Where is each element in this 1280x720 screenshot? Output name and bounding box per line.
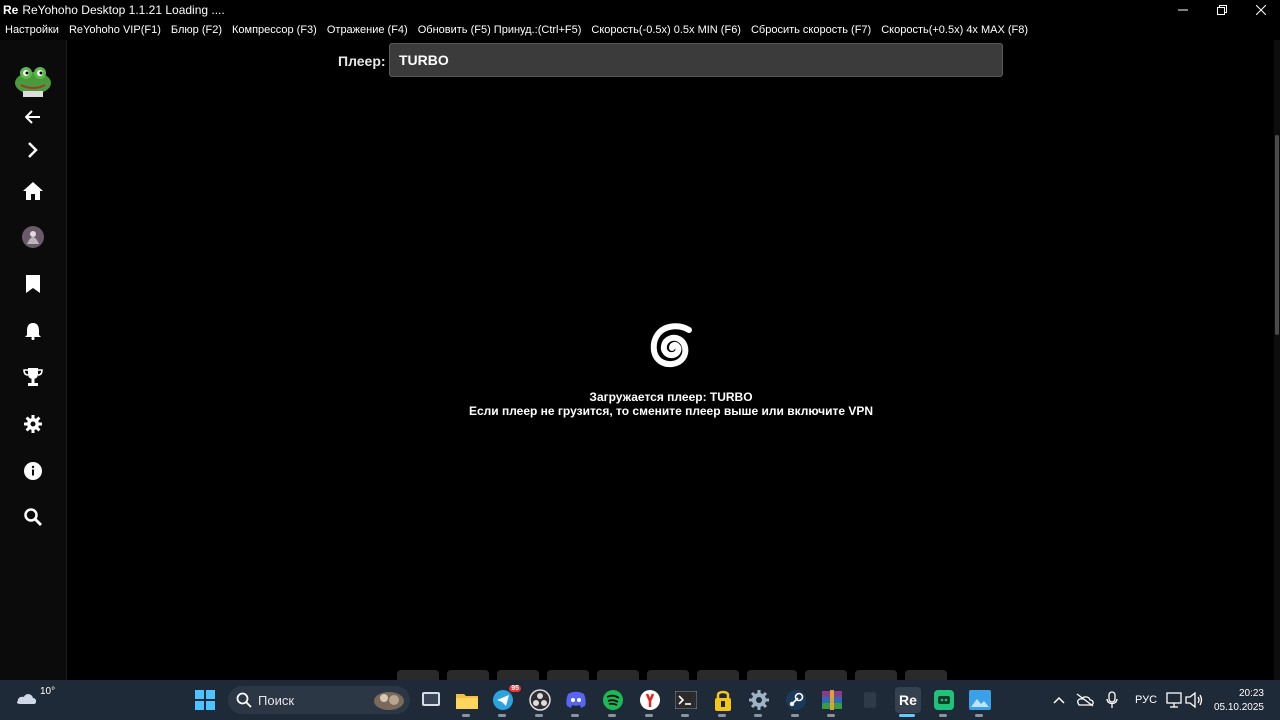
green-app-icon[interactable] [601, 688, 625, 712]
avatar-icon[interactable] [17, 221, 49, 253]
menu-speed-down[interactable]: Скорость(-0.5x) 0.5x MIN (F6) [591, 24, 741, 36]
reyohoho-taskbar-label: Re [899, 692, 917, 708]
trophy-icon[interactable] [17, 361, 49, 393]
scrollbar-track[interactable] [1274, 40, 1280, 680]
running-indicator [645, 714, 653, 717]
file-explorer-icon[interactable] [455, 688, 479, 712]
running-indicator [718, 714, 726, 717]
running-indicator [571, 714, 579, 717]
weather-widget[interactable]: 10° [14, 686, 55, 706]
restore-icon[interactable] [1202, 0, 1241, 20]
system-clock[interactable]: 20:23 05.10.2025 [1214, 687, 1264, 715]
search-icon[interactable] [17, 501, 49, 533]
home-icon[interactable] [17, 175, 49, 207]
bottom-tabs [0, 670, 1280, 682]
running-indicator [754, 714, 762, 717]
obs-icon[interactable] [528, 688, 552, 712]
running-indicator [462, 714, 470, 717]
search-icon [236, 692, 252, 708]
player-label: Плеер: [338, 53, 386, 69]
forward-chevron-icon[interactable] [17, 134, 49, 166]
running-indicator [827, 714, 835, 717]
search-highlight-icon [374, 692, 404, 710]
running-indicator [975, 714, 983, 717]
yandex-browser-icon[interactable] [638, 688, 662, 712]
running-indicator [498, 714, 506, 717]
taskbar-search[interactable]: Поиск [228, 686, 410, 714]
minimize-icon[interactable] [1163, 0, 1202, 20]
vpn-lock-icon[interactable] [711, 688, 735, 712]
running-indicator [939, 714, 947, 717]
clock-time: 20:23 [1238, 688, 1264, 699]
loading-status-text: Загружается плеер: TURBO [589, 390, 753, 404]
clock-date: 05.10.2025 [1213, 702, 1264, 713]
dark-app-icon[interactable] [858, 688, 882, 712]
back-arrow-icon[interactable] [17, 101, 49, 133]
menu-mirror[interactable]: Отражение (F4) [327, 24, 408, 36]
reyohoho-taskbar-button[interactable]: Re [895, 687, 921, 713]
sidebar [0, 40, 67, 681]
logo-icon[interactable] [13, 60, 53, 100]
menu-vip[interactable]: ReYohoho VIP(F1) [69, 24, 161, 36]
scrollbar-thumb[interactable] [1275, 135, 1279, 335]
settings-app-icon[interactable] [747, 688, 771, 712]
menu-blur[interactable]: Блюр (F2) [171, 24, 222, 36]
task-view-icon[interactable] [419, 688, 443, 712]
window-controls [1163, 0, 1280, 20]
title-bar: Re ReYohoho Desktop 1.1.21 Loading .... [0, 0, 1280, 20]
bookmark-icon[interactable] [17, 268, 49, 300]
telegram-icon[interactable]: 95 [491, 685, 521, 712]
input-language[interactable]: РУС [1135, 694, 1157, 706]
winrar-icon[interactable] [820, 688, 844, 712]
running-indicator [791, 714, 799, 717]
search-placeholder: Поиск [258, 692, 295, 708]
green-game-icon[interactable] [932, 688, 956, 712]
info-icon[interactable] [17, 455, 49, 487]
menu-bar: Настройки ReYohoho VIP(F1) Блюр (F2) Ком… [0, 20, 1280, 40]
menu-compressor[interactable]: Компрессор (F3) [232, 24, 317, 36]
microphone-icon[interactable] [1100, 688, 1124, 712]
close-icon[interactable] [1241, 0, 1280, 20]
menu-settings[interactable]: Настройки [5, 24, 59, 36]
onedrive-cloud-icon[interactable] [1073, 688, 1097, 712]
menu-refresh[interactable]: Обновить (F5) Принуд.:(Ctrl+F5) [418, 24, 582, 36]
steam-icon[interactable] [784, 688, 808, 712]
menu-speed-reset[interactable]: Сбросить скорость (F7) [751, 24, 871, 36]
discord-icon[interactable] [564, 688, 588, 712]
loading-spiral-icon [641, 319, 703, 377]
running-indicator [535, 714, 543, 717]
weather-temp: 10° [40, 686, 56, 697]
telegram-badge: 95 [509, 685, 521, 692]
running-indicator [608, 714, 616, 717]
windows-start-icon[interactable] [193, 688, 217, 712]
active-indicator [899, 714, 915, 717]
terminal-icon[interactable] [674, 688, 698, 712]
window-title: ReYohoho Desktop 1.1.21 Loading .... [22, 3, 225, 17]
bell-icon[interactable] [17, 315, 49, 347]
menu-speed-up[interactable]: Скорость(+0.5x) 4x MAX (F8) [881, 24, 1028, 36]
loading-hint-text: Если плеер не грузится, то смените плеер… [468, 404, 874, 418]
app-icon: Re [3, 3, 19, 17]
photos-icon[interactable] [968, 688, 992, 712]
player-select[interactable]: TURBO [389, 43, 1003, 77]
cloud-icon [16, 694, 37, 704]
running-indicator [681, 714, 689, 717]
volume-icon[interactable] [1182, 688, 1206, 712]
tray-overflow-chevron-icon[interactable] [1047, 688, 1071, 712]
